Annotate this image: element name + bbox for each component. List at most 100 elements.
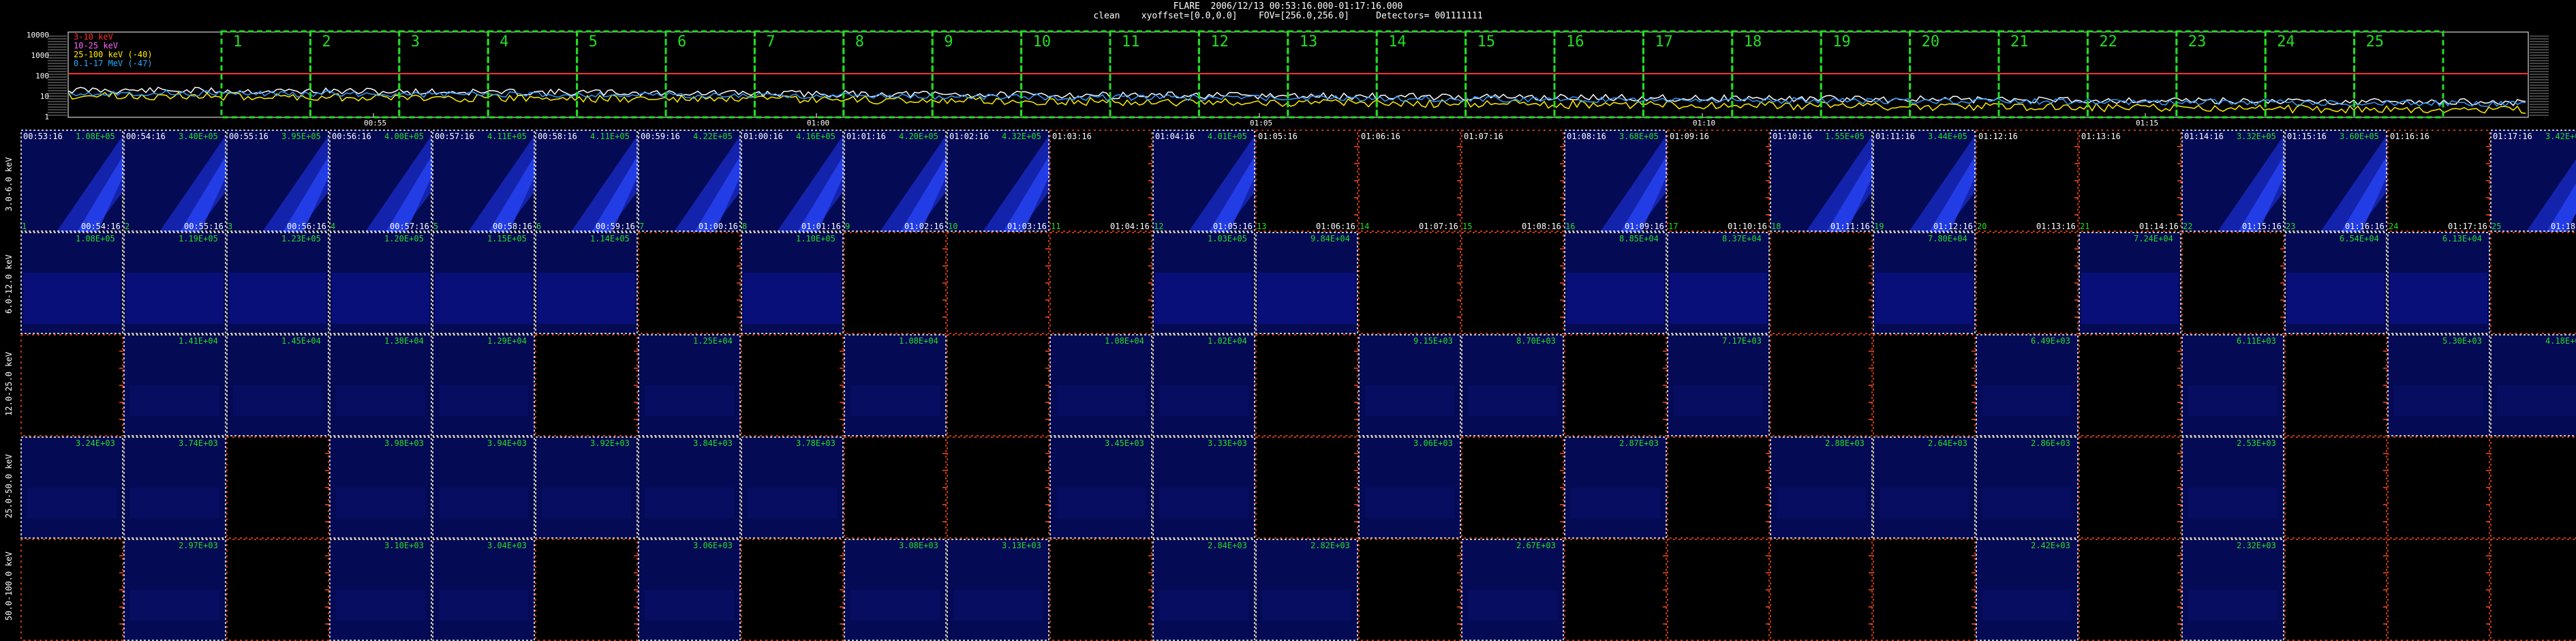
peak-value: 1.23E+05 xyxy=(281,234,321,243)
interval-start-time: 01:01:16 xyxy=(846,132,886,141)
peak-value: 1.08E+05 xyxy=(76,234,115,243)
image-cell xyxy=(2181,539,2284,641)
interval-index: 25 xyxy=(2491,222,2502,231)
source-emission xyxy=(1258,273,1355,324)
image-cell xyxy=(226,130,329,232)
empty-frame xyxy=(2490,436,2576,539)
source-emission xyxy=(1880,488,1969,518)
empty-frame xyxy=(741,539,844,641)
image-cell xyxy=(1358,539,1461,641)
interval-end-time: 00:57:16 xyxy=(390,222,429,231)
empty-frame xyxy=(1461,130,1564,232)
empty-frame xyxy=(2284,436,2387,539)
interval-end-time: 00:56:16 xyxy=(287,222,326,231)
interval-index: 10 xyxy=(948,222,958,231)
image-cell xyxy=(20,130,123,232)
interval-index: 15 xyxy=(1462,222,1473,231)
image-cell xyxy=(2284,539,2387,641)
image-cell xyxy=(20,436,123,539)
image-cell xyxy=(123,539,226,641)
peak-value: 8.37E+04 xyxy=(1722,234,1762,243)
peak-value: 2.64E+03 xyxy=(1928,438,1967,448)
image-cell xyxy=(1667,436,1770,539)
source-emission xyxy=(538,273,635,324)
image-cell xyxy=(844,130,947,232)
empty-frame xyxy=(947,436,1049,539)
image-cell xyxy=(638,539,741,641)
image-cell xyxy=(1255,334,1358,436)
interval-index: 24 xyxy=(2389,222,2399,231)
peak-value: 1.02E+04 xyxy=(1208,336,1247,346)
empty-frame xyxy=(1873,539,1976,641)
peak-value: 3.08E+03 xyxy=(899,541,938,550)
interval-start-time: 00:58:16 xyxy=(538,132,577,141)
peak-value: 3.94E+03 xyxy=(487,438,527,448)
image-cell xyxy=(432,436,535,539)
interval-start-time: 00:54:16 xyxy=(126,132,166,141)
image-cell xyxy=(2284,130,2387,232)
empty-frame xyxy=(741,334,844,436)
peak-value: 5.30E+03 xyxy=(2442,336,2482,346)
source-emission xyxy=(1155,273,1253,324)
interval-start-time: 01:08:16 xyxy=(1567,132,1606,141)
empty-frame xyxy=(1564,334,1667,436)
image-cell xyxy=(329,539,432,641)
interval-end-time: 01:05:16 xyxy=(1213,222,1253,231)
empty-frame xyxy=(2079,436,2181,539)
image-cell xyxy=(432,232,535,334)
interval-end-time: 01:08:16 xyxy=(1522,222,1561,231)
image-cell xyxy=(1255,539,1358,641)
peak-value: 4.20E+05 xyxy=(899,132,938,141)
peak-value: 7.80E+04 xyxy=(1928,234,1967,243)
image-cell xyxy=(2079,130,2181,232)
image-cell xyxy=(1873,232,1976,334)
interval-start-time: 01:07:16 xyxy=(1464,132,1503,141)
source-emission xyxy=(1468,385,1557,416)
source-emission xyxy=(439,385,528,416)
source-emission xyxy=(2188,385,2278,416)
image-cell xyxy=(1461,232,1564,334)
empty-frame xyxy=(2284,334,2387,436)
image-cell xyxy=(1873,334,1976,436)
peak-value: 8.85E+04 xyxy=(1619,234,1659,243)
peak-value: 3.98E+03 xyxy=(384,438,424,448)
empty-frame xyxy=(1667,539,1770,641)
image-cell xyxy=(2079,232,2181,334)
image-cell xyxy=(1770,539,1873,641)
image-cell xyxy=(1049,436,1152,539)
image-cell xyxy=(1873,539,1976,641)
interval-end-time: 01:09:16 xyxy=(1625,222,1664,231)
interval-start-time: 01:14:16 xyxy=(2184,132,2224,141)
peak-value: 3.74E+03 xyxy=(179,438,218,448)
image-cell xyxy=(1564,436,1667,539)
image-cell xyxy=(1255,130,1358,232)
image-cell xyxy=(2181,232,2284,334)
image-cell xyxy=(1152,436,1255,539)
interval-end-time: 01:18:04 xyxy=(2551,222,2576,231)
empty-frame xyxy=(2079,130,2181,232)
image-cell xyxy=(1667,539,1770,641)
interval-start-time: 01:13:16 xyxy=(2081,132,2121,141)
interval-end-time: 01:12:16 xyxy=(1933,222,1973,231)
source-emission xyxy=(1982,488,2072,518)
peak-value: 2.53E+03 xyxy=(2237,438,2276,448)
interval-start-time: 00:59:16 xyxy=(641,132,680,141)
interval-end-time: 01:10:16 xyxy=(1728,222,1767,231)
source-emission xyxy=(1567,273,1664,324)
empty-frame xyxy=(2284,539,2387,641)
image-cell xyxy=(1461,130,1564,232)
image-cell xyxy=(226,232,329,334)
interval-index: 4 xyxy=(331,222,336,231)
interval-end-time: 01:17:16 xyxy=(2448,222,2487,231)
peak-value: 6.54E+04 xyxy=(2340,234,2379,243)
peak-value: 3.10E+03 xyxy=(384,541,424,550)
peak-value: 4.32E+05 xyxy=(1002,132,1041,141)
interval-index: 18 xyxy=(1771,222,1781,231)
interval-index: 5 xyxy=(433,222,439,231)
image-cell xyxy=(844,539,947,641)
peak-value: 4.11E+05 xyxy=(590,132,630,141)
empty-frame xyxy=(1049,232,1152,334)
interval-end-time: 01:06:16 xyxy=(1316,222,1355,231)
empty-frame xyxy=(1358,232,1461,334)
image-cell xyxy=(2387,539,2490,641)
